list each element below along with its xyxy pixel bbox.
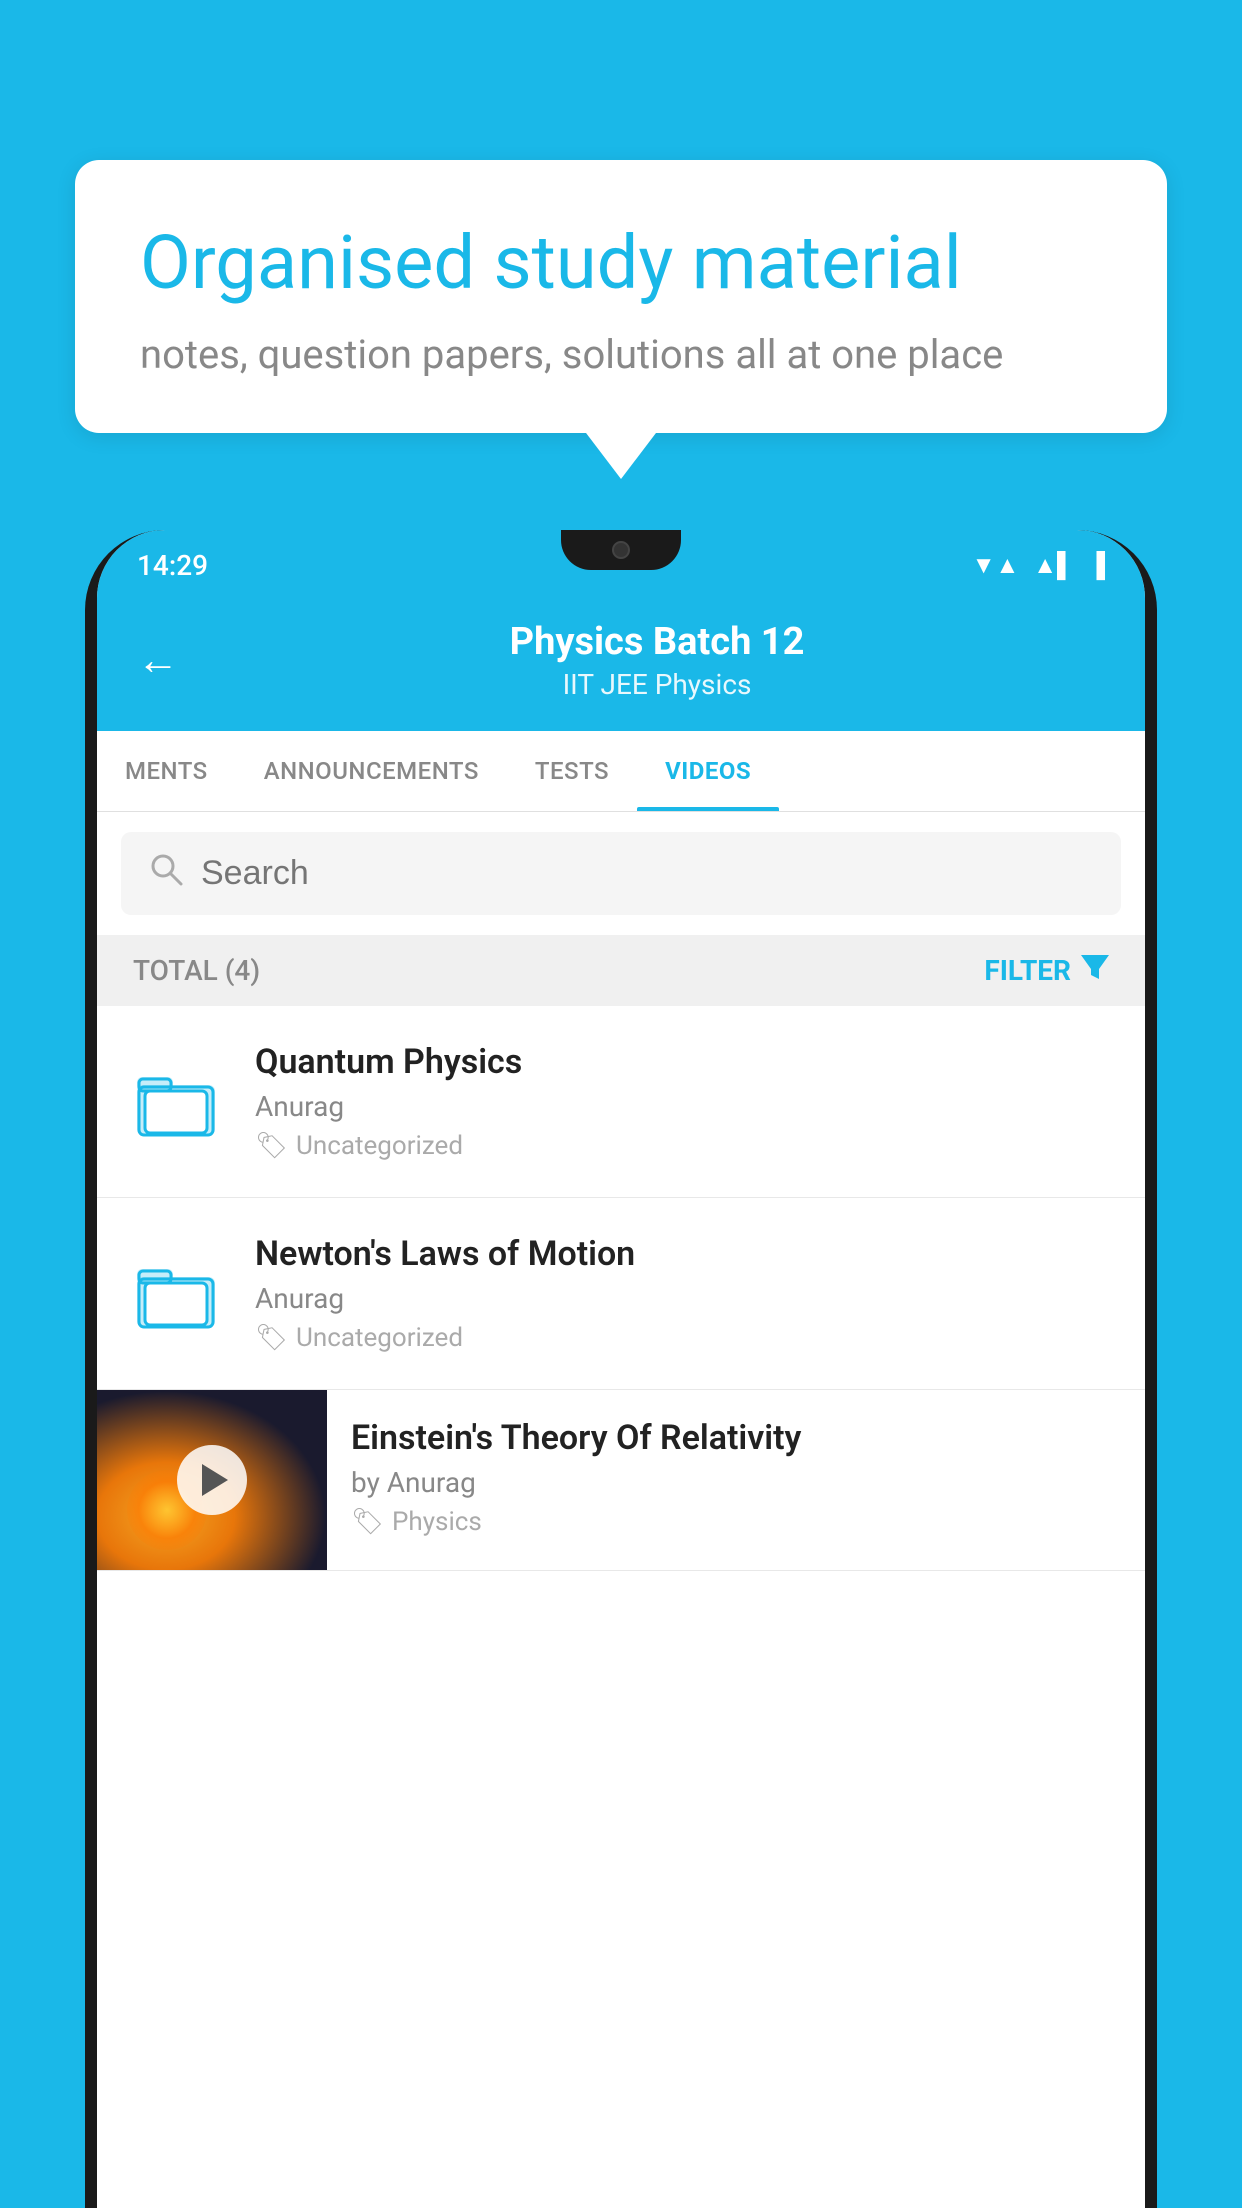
play-icon: [202, 1464, 228, 1496]
list-item[interactable]: Newton's Laws of Motion Anurag 🏷 Uncateg…: [97, 1198, 1145, 1390]
item-author: Anurag: [255, 1282, 1115, 1315]
list-item[interactable]: Einstein's Theory Of Relativity by Anura…: [97, 1390, 1145, 1571]
status-time: 14:29: [137, 549, 208, 582]
notch: [561, 530, 681, 570]
folder-icon: [127, 1067, 227, 1137]
tab-announcements[interactable]: ANNOUNCEMENTS: [236, 731, 507, 811]
list-item[interactable]: Quantum Physics Anurag 🏷 Uncategorized: [97, 1006, 1145, 1198]
tab-videos[interactable]: VIDEOS: [637, 731, 779, 811]
front-camera: [612, 541, 630, 559]
tag-label: Uncategorized: [296, 1323, 463, 1353]
tag-icon: 🏷: [351, 1507, 384, 1537]
signal-icon: ▲▌: [1033, 551, 1074, 580]
back-button[interactable]: ←: [137, 636, 179, 685]
item-title: Quantum Physics: [255, 1042, 1115, 1082]
video-thumbnail: [97, 1390, 327, 1570]
item-title: Newton's Laws of Motion: [255, 1234, 1115, 1274]
tag-icon: 🏷: [255, 1323, 288, 1353]
item-tag: 🏷 Physics: [351, 1507, 1121, 1537]
speech-bubble: Organised study material notes, question…: [75, 160, 1167, 433]
tab-bar: MENTS ANNOUNCEMENTS TESTS VIDEOS: [97, 731, 1145, 812]
status-icons: ▼▲ ▲▌ ▐: [972, 551, 1105, 580]
filter-row: TOTAL (4) FILTER: [97, 935, 1145, 1006]
app-bar: ← Physics Batch 12 IIT JEE Physics: [97, 600, 1145, 731]
tag-label: Uncategorized: [296, 1131, 463, 1161]
filter-funnel-icon: [1081, 953, 1109, 988]
play-button[interactable]: [177, 1445, 247, 1515]
item-author: by Anurag: [351, 1466, 1121, 1499]
search-icon: [149, 852, 183, 895]
speech-bubble-heading: Organised study material: [140, 220, 1102, 309]
item-info: Quantum Physics Anurag 🏷 Uncategorized: [255, 1042, 1115, 1161]
tab-ments[interactable]: MENTS: [97, 731, 236, 811]
search-bar[interactable]: [121, 832, 1121, 915]
search-input[interactable]: [201, 854, 1093, 893]
filter-button[interactable]: FILTER: [984, 953, 1109, 988]
item-tag: 🏷 Uncategorized: [255, 1131, 1115, 1161]
speech-bubble-subtext: notes, question papers, solutions all at…: [140, 331, 1102, 378]
app-bar-title-group: Physics Batch 12 IIT JEE Physics: [209, 620, 1105, 701]
item-info: Einstein's Theory Of Relativity by Anura…: [327, 1390, 1145, 1565]
app-bar-subtitle: IIT JEE Physics: [209, 668, 1105, 701]
total-count-label: TOTAL (4): [133, 954, 260, 987]
item-tag: 🏷 Uncategorized: [255, 1323, 1115, 1353]
status-bar: 14:29 ▼▲ ▲▌ ▐: [97, 530, 1145, 600]
phone-screen: 14:29 ▼▲ ▲▌ ▐ ← Physics Batch 12 IIT JEE…: [97, 530, 1145, 2208]
wifi-icon: ▼▲: [972, 551, 1020, 580]
app-bar-title: Physics Batch 12: [209, 620, 1105, 664]
battery-icon: ▐: [1088, 551, 1105, 580]
tab-tests[interactable]: TESTS: [507, 731, 637, 811]
item-author: Anurag: [255, 1090, 1115, 1123]
item-title: Einstein's Theory Of Relativity: [351, 1418, 1121, 1458]
video-list: Quantum Physics Anurag 🏷 Uncategorized: [97, 1006, 1145, 1571]
item-info: Newton's Laws of Motion Anurag 🏷 Uncateg…: [255, 1234, 1115, 1353]
filter-label: FILTER: [984, 954, 1071, 987]
phone-frame: 14:29 ▼▲ ▲▌ ▐ ← Physics Batch 12 IIT JEE…: [85, 530, 1157, 2208]
tag-label: Physics: [392, 1507, 482, 1537]
folder-icon: [127, 1259, 227, 1329]
tag-icon: 🏷: [255, 1131, 288, 1161]
